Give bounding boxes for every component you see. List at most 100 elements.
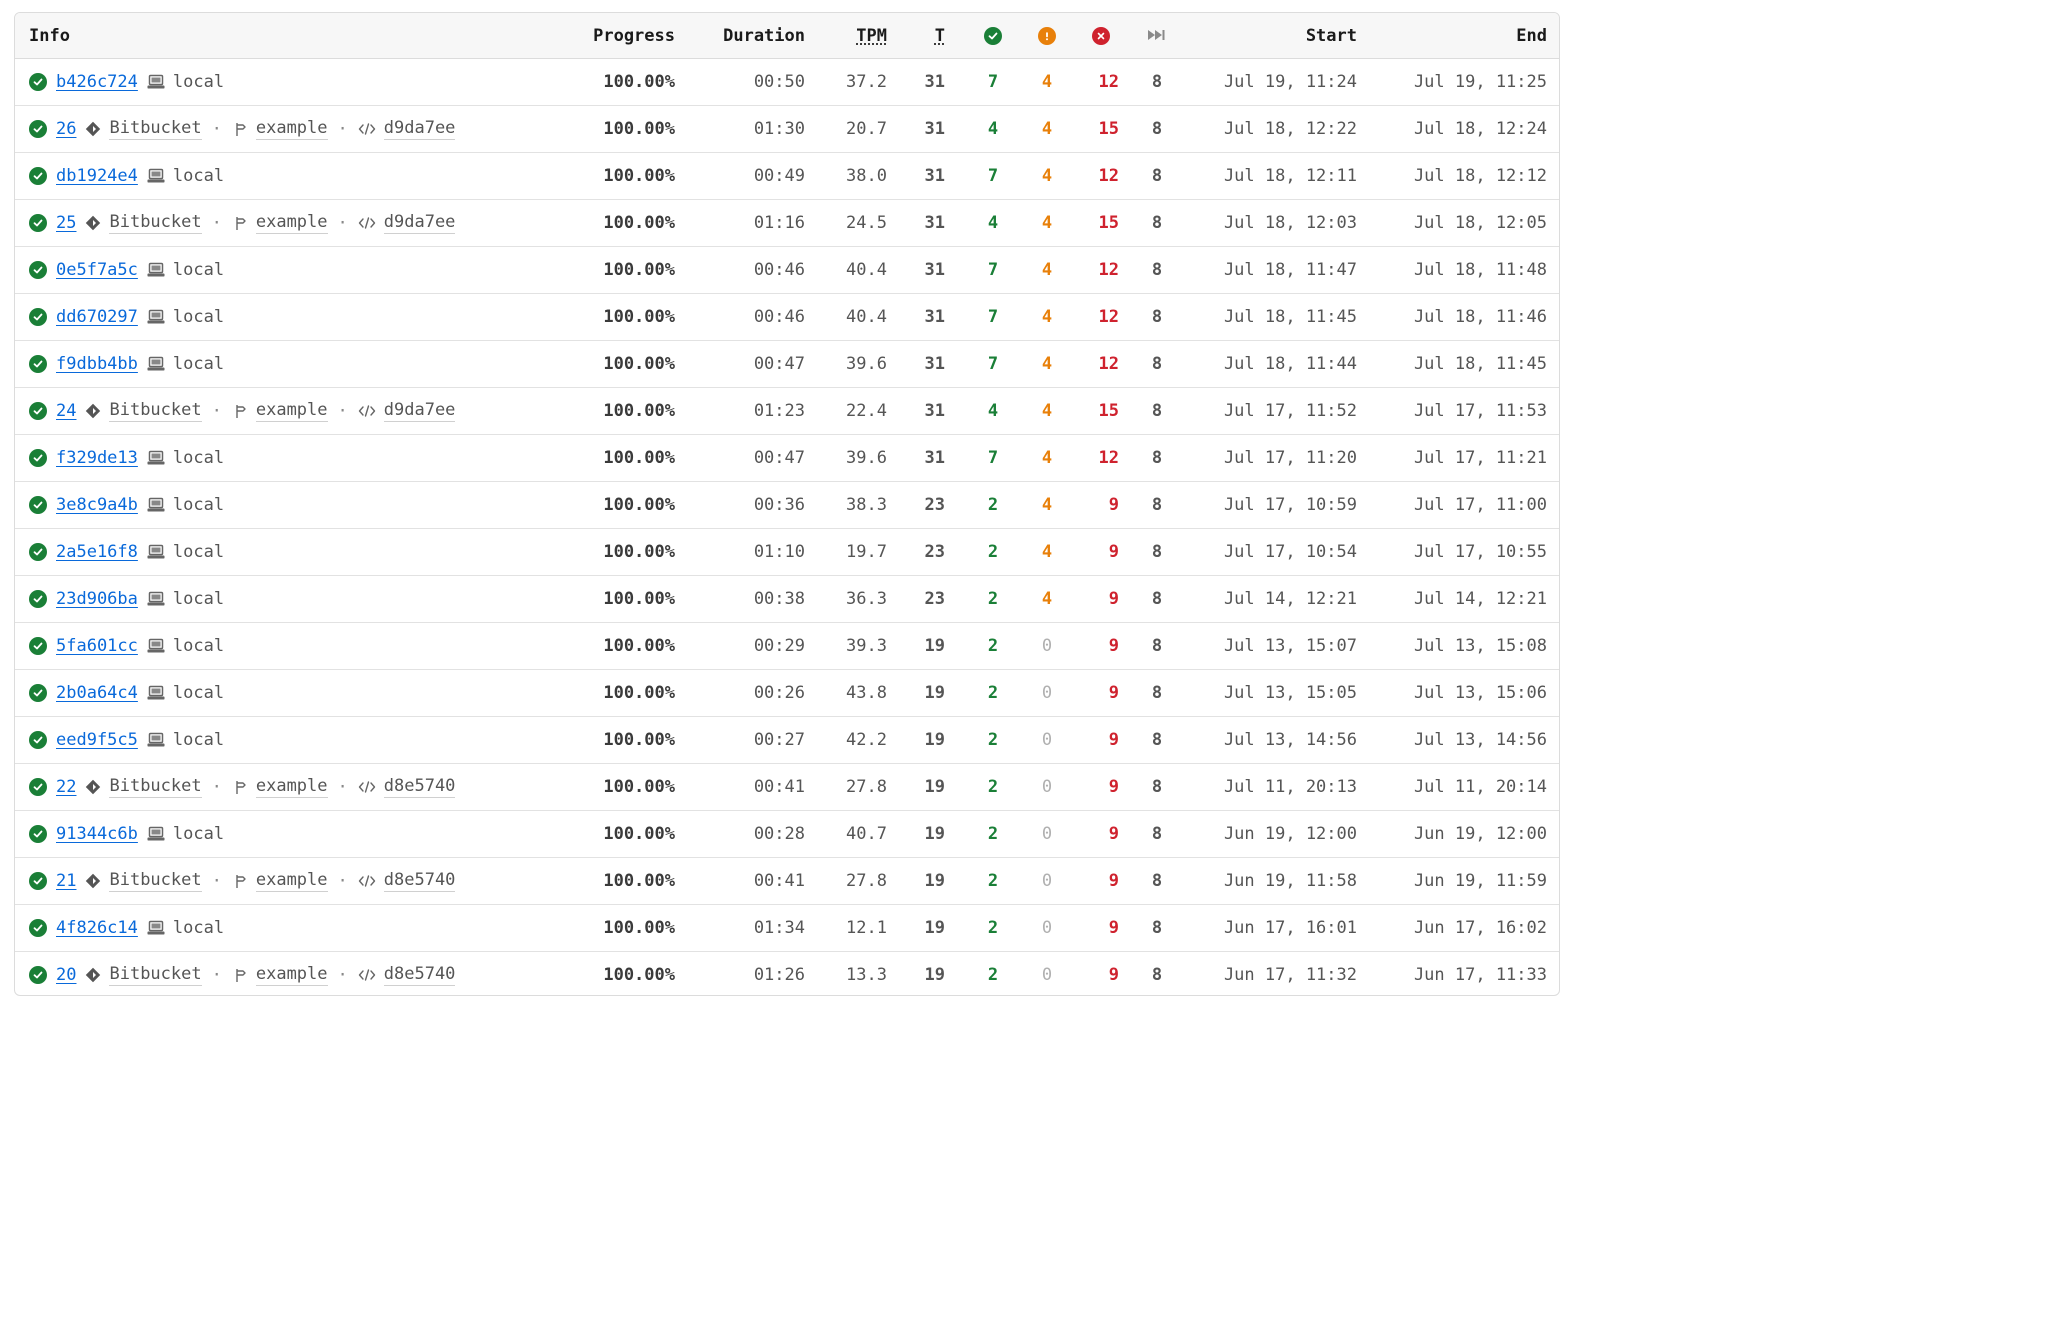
table-row[interactable]: 3e8c9a4b local 100.00% 00:36 38.3 23 2 4 9 8 Jul 1… xyxy=(15,482,1559,529)
progress-cell: 100.00% xyxy=(603,119,675,139)
run-link[interactable]: 25 xyxy=(56,213,76,233)
tests-cell: 31 xyxy=(924,401,945,421)
progress-cell: 100.00% xyxy=(603,354,675,374)
table-header: Info Progress Duration TPM T Start End xyxy=(15,13,1559,59)
separator-dot: · xyxy=(211,213,222,233)
run-link[interactable]: eed9f5c5 xyxy=(56,730,138,750)
header-passed[interactable] xyxy=(975,13,1011,58)
warnings-cell: 4 xyxy=(1041,307,1053,327)
run-link[interactable]: 5fa601cc xyxy=(56,636,138,656)
table-row[interactable]: 21 Bitbucket · example · d8e5740 100.00% 00:41 2… xyxy=(15,858,1559,905)
commit-label: d8e5740 xyxy=(383,870,456,892)
skipped-cell: 8 xyxy=(1151,636,1163,656)
table-row[interactable]: db1924e4 local 100.00% 00:49 38.0 31 7 4 12 8 Jul … xyxy=(15,153,1559,200)
header-failed[interactable] xyxy=(1083,13,1119,58)
table-row[interactable]: f329de13 local 100.00% 00:47 39.6 31 7 4 12 8 Jul … xyxy=(15,435,1559,482)
status-passed-icon xyxy=(29,590,47,608)
progress-cell: 100.00% xyxy=(603,166,675,186)
separator-dot: · xyxy=(337,401,348,421)
table-row[interactable]: 2a5e16f8 local 100.00% 01:10 19.7 23 2 4 9 8 Jul 1… xyxy=(15,529,1559,576)
end-cell: Jul 13, 15:06 xyxy=(1413,683,1547,703)
run-link[interactable]: 26 xyxy=(56,119,76,139)
run-link[interactable]: 21 xyxy=(56,871,76,891)
header-tpm[interactable]: TPM xyxy=(815,13,887,58)
passed-cell: 2 xyxy=(987,777,999,797)
warnings-cell: 0 xyxy=(1041,636,1053,656)
header-start[interactable]: Start xyxy=(1195,13,1357,58)
header-progress[interactable]: Progress xyxy=(575,13,675,58)
skipped-cell: 8 xyxy=(1151,589,1163,609)
tpm-cell: 12.1 xyxy=(846,918,887,938)
run-link[interactable]: dd670297 xyxy=(56,307,138,327)
duration-cell: 00:49 xyxy=(753,166,805,186)
run-link[interactable]: b426c724 xyxy=(56,72,138,92)
table-row[interactable]: 91344c6b local 100.00% 00:28 40.7 19 2 0 9 8 Jun 1… xyxy=(15,811,1559,858)
separator-dot: · xyxy=(211,965,222,985)
run-link[interactable]: 2a5e16f8 xyxy=(56,542,138,562)
start-cell: Jul 18, 11:47 xyxy=(1223,260,1357,280)
skipped-cell: 8 xyxy=(1151,542,1163,562)
table-row[interactable]: b426c724 local 100.00% 00:50 37.2 31 7 4 12 8 Jul … xyxy=(15,59,1559,106)
tests-cell: 31 xyxy=(924,260,945,280)
run-link[interactable]: 0e5f7a5c xyxy=(56,260,138,280)
passed-cell: 2 xyxy=(987,683,999,703)
test-runs-table: Info Progress Duration TPM T Start End b… xyxy=(14,12,1560,996)
run-link[interactable]: 91344c6b xyxy=(56,824,138,844)
header-t[interactable]: T xyxy=(905,13,945,58)
duration-cell: 00:27 xyxy=(753,730,805,750)
table-row[interactable]: 25 Bitbucket · example · d9da7ee 100.00% 01:16 2… xyxy=(15,200,1559,247)
progress-cell: 100.00% xyxy=(603,730,675,750)
header-duration[interactable]: Duration xyxy=(695,13,805,58)
run-link[interactable]: 3e8c9a4b xyxy=(56,495,138,515)
table-row[interactable]: dd670297 local 100.00% 00:46 40.4 31 7 4 12 8 Jul … xyxy=(15,294,1559,341)
table-row[interactable]: 20 Bitbucket · example · d8e5740 100.00% 01:26 1… xyxy=(15,952,1559,995)
status-passed-icon xyxy=(29,449,47,467)
header-skipped[interactable] xyxy=(1139,13,1175,58)
failed-cell: 9 xyxy=(1108,683,1119,703)
code-icon xyxy=(358,404,376,418)
table-row[interactable]: 2b0a64c4 local 100.00% 00:26 43.8 19 2 0 9 8 Jul 1… xyxy=(15,670,1559,717)
passed-cell: 4 xyxy=(987,401,999,421)
run-link[interactable]: 23d906ba xyxy=(56,589,138,609)
status-passed-icon xyxy=(29,214,47,232)
table-row[interactable]: eed9f5c5 local 100.00% 00:27 42.2 19 2 0 9 8 Jul 1… xyxy=(15,717,1559,764)
table-row[interactable]: 22 Bitbucket · example · d8e5740 100.00% 00:41 2… xyxy=(15,764,1559,811)
run-link[interactable]: 20 xyxy=(56,965,76,985)
table-row[interactable]: 23d906ba local 100.00% 00:38 36.3 23 2 4 9 8 Jul 1… xyxy=(15,576,1559,623)
end-cell: Jun 19, 12:00 xyxy=(1413,824,1547,844)
tests-cell: 19 xyxy=(924,777,945,797)
table-row[interactable]: 0e5f7a5c local 100.00% 00:46 40.4 31 7 4 12 8 Jul … xyxy=(15,247,1559,294)
header-info[interactable]: Info xyxy=(29,13,549,58)
info-cell: 4f826c14 local xyxy=(29,905,549,951)
tpm-cell: 39.6 xyxy=(846,448,887,468)
warnings-cell: 4 xyxy=(1041,166,1053,186)
status-passed-icon xyxy=(29,684,47,702)
info-cell: dd670297 local xyxy=(29,294,549,340)
run-link[interactable]: 2b0a64c4 xyxy=(56,683,138,703)
failed-cell: 9 xyxy=(1108,542,1119,562)
tpm-cell: 42.2 xyxy=(846,730,887,750)
run-link[interactable]: 4f826c14 xyxy=(56,918,138,938)
header-end[interactable]: End xyxy=(1385,13,1547,58)
progress-cell: 100.00% xyxy=(603,589,675,609)
status-passed-icon xyxy=(29,966,47,984)
warnings-cell: 4 xyxy=(1041,213,1053,233)
passed-cell: 2 xyxy=(987,542,999,562)
table-row[interactable]: f9dbb4bb local 100.00% 00:47 39.6 31 7 4 12 8 Jul … xyxy=(15,341,1559,388)
source-label: Bitbucket xyxy=(109,118,202,140)
run-link[interactable]: f329de13 xyxy=(56,448,138,468)
separator-dot: · xyxy=(211,871,222,891)
progress-cell: 100.00% xyxy=(603,683,675,703)
info-cell: db1924e4 local xyxy=(29,153,549,199)
table-row[interactable]: 26 Bitbucket · example · d9da7ee 100.00% 01:30 2… xyxy=(15,106,1559,153)
failed-cell: 15 xyxy=(1098,213,1119,233)
table-row[interactable]: 24 Bitbucket · example · d9da7ee 100.00% 01:23 2… xyxy=(15,388,1559,435)
run-link[interactable]: f9dbb4bb xyxy=(56,354,138,374)
run-link[interactable]: 24 xyxy=(56,401,76,421)
table-row[interactable]: 4f826c14 local 100.00% 01:34 12.1 19 2 0 9 8 Jun 1… xyxy=(15,905,1559,952)
run-link[interactable]: 22 xyxy=(56,777,76,797)
header-warnings[interactable] xyxy=(1029,13,1065,58)
start-cell: Jun 19, 12:00 xyxy=(1223,824,1357,844)
table-row[interactable]: 5fa601cc local 100.00% 00:29 39.3 19 2 0 9 8 Jul 1… xyxy=(15,623,1559,670)
run-link[interactable]: db1924e4 xyxy=(56,166,138,186)
